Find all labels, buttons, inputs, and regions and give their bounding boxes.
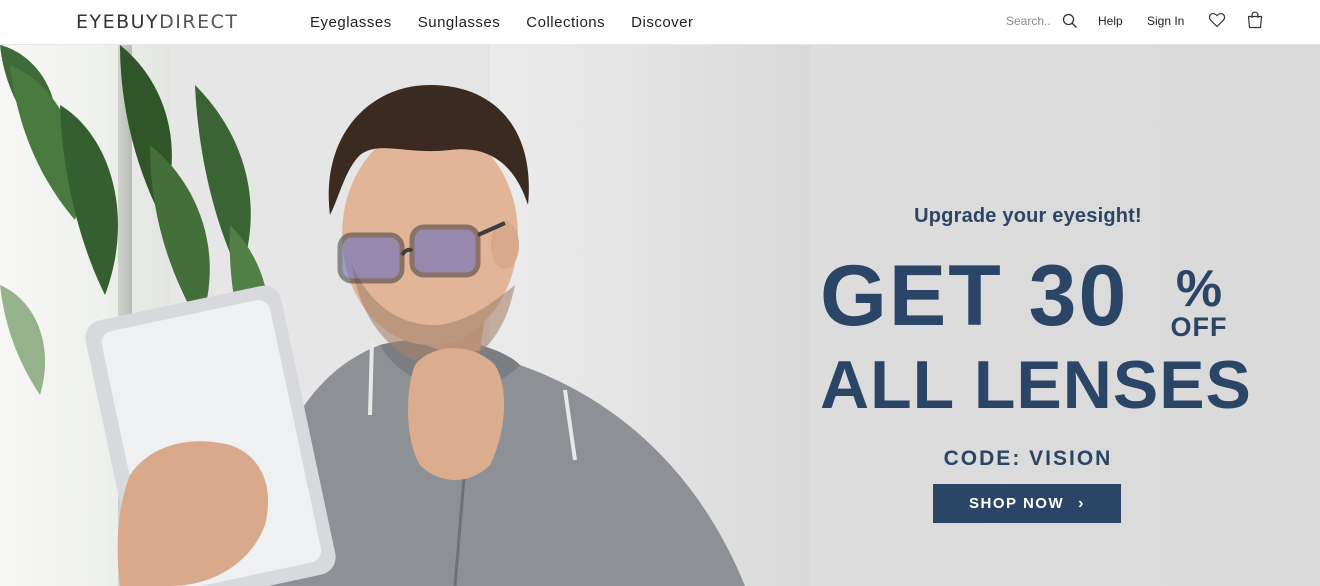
promo-headline-discount: GET 30 <box>820 248 1129 344</box>
shopping-bag-icon[interactable] <box>1246 11 1264 29</box>
promo-code-value: VISION <box>1029 447 1113 470</box>
search-box <box>1006 11 1080 31</box>
search-icon[interactable] <box>1062 13 1078 29</box>
nav-item-discover[interactable]: Discover <box>631 12 693 34</box>
brand-logo-part1: EYEBUY <box>76 11 160 33</box>
promo-panel: Upgrade your eyesight! GET 30 % OFF ALL … <box>800 45 1260 586</box>
hand-illustration <box>408 348 505 480</box>
promo-percent-sign: % <box>1175 260 1223 318</box>
search-input[interactable] <box>1006 11 1058 31</box>
nav-item-eyeglasses[interactable]: Eyeglasses <box>310 12 392 34</box>
hero-banner[interactable]: Upgrade your eyesight! GET 30 % OFF ALL … <box>0 45 1320 586</box>
promo-off-label: OFF <box>1170 312 1228 342</box>
nav-item-sunglasses[interactable]: Sunglasses <box>418 12 501 34</box>
shop-now-button[interactable]: SHOP NOW › <box>933 484 1121 523</box>
shop-now-label: SHOP NOW <box>969 495 1065 512</box>
hero-image <box>0 45 745 586</box>
main-nav: Eyeglasses Sunglasses Collections Discov… <box>310 12 720 34</box>
promo-code: CODE: VISION <box>800 447 1256 471</box>
brand-logo[interactable]: EYEBUYDIRECT <box>76 10 239 34</box>
site-header: EYEBUYDIRECT Eyeglasses Sunglasses Colle… <box>0 0 1320 45</box>
promo-headline-lenses: ALL LENSES <box>820 347 1252 423</box>
heart-icon[interactable] <box>1208 11 1226 29</box>
chevron-right-icon: › <box>1078 494 1085 512</box>
nav-item-collections[interactable]: Collections <box>526 12 605 34</box>
help-link[interactable]: Help <box>1098 13 1123 29</box>
promo-tagline: Upgrade your eyesight! <box>914 205 1142 227</box>
promo-code-label: CODE: <box>943 447 1022 470</box>
sign-in-link[interactable]: Sign In <box>1147 13 1184 29</box>
brand-logo-part2: DIRECT <box>159 11 239 33</box>
